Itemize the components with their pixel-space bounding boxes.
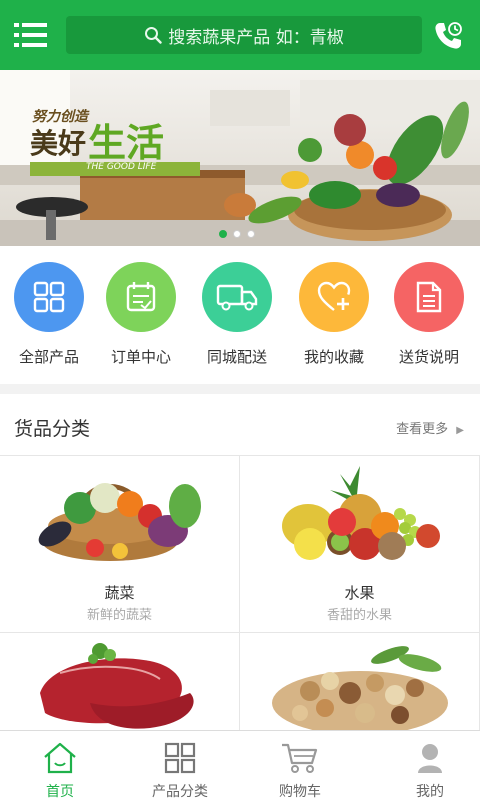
quick-label: 送货说明 [398, 348, 459, 366]
tab-label: 首页 [46, 784, 74, 800]
banner-slogan-big-2: 生活 [88, 121, 165, 165]
phone-icon[interactable] [432, 20, 464, 52]
home-icon [44, 742, 76, 774]
tab-home[interactable]: 首页 [0, 731, 120, 800]
cart-icon [282, 743, 318, 773]
view-more-link[interactable]: 查看更多 ▶ [396, 418, 464, 437]
category-card-meat[interactable] [0, 633, 240, 730]
category-card-fruit[interactable]: 水果 香甜的水果 [240, 456, 480, 633]
category-icon [164, 742, 196, 774]
tab-label: 产品分类 [152, 784, 208, 800]
search-input[interactable]: 搜索蔬果产品 如：青椒 [66, 16, 422, 54]
pager-dot[interactable] [219, 230, 227, 238]
top-bar: 搜索蔬果产品 如：青椒 [0, 0, 480, 70]
quick-label: 全部产品 [18, 348, 79, 366]
quick-label: 同城配送 [206, 348, 267, 366]
document-icon [394, 262, 464, 332]
quick-label: 订单中心 [110, 348, 171, 366]
pager-dot[interactable] [247, 230, 255, 238]
user-icon [418, 744, 442, 773]
category-subtitle: 香甜的水果 [326, 608, 392, 623]
chevron-right-icon: ▶ [456, 425, 464, 436]
quick-favorites[interactable]: 我的收藏 [286, 262, 382, 367]
category-card-vegetables[interactable]: 蔬菜 新鲜的蔬菜 [0, 456, 240, 633]
tab-cart[interactable]: 购物车 [240, 731, 360, 800]
category-title: 货品分类 [14, 418, 91, 440]
banner-slogan-en: THE GOOD LIFE [86, 162, 157, 172]
grid-icon [14, 262, 84, 332]
search-placeholder: 搜索蔬果产品 如：青椒 [168, 27, 344, 48]
quick-entries: 全部产品 订单中心 同城配送 我的收藏 送货说明 [0, 246, 480, 384]
heart-plus-icon [299, 262, 369, 332]
view-more-label: 查看更多 [396, 422, 449, 437]
quick-local-delivery[interactable]: 同城配送 [189, 262, 285, 367]
banner-pager [219, 230, 255, 238]
quick-label: 我的收藏 [303, 348, 364, 366]
category-grid: 蔬菜 新鲜的蔬菜 水果 香甜的水果 [0, 456, 480, 730]
fruit-image [282, 466, 440, 560]
quick-order-center[interactable]: 订单中心 [93, 262, 189, 367]
tab-categories[interactable]: 产品分类 [120, 731, 240, 800]
meat-image [40, 643, 194, 729]
category-name: 蔬菜 [104, 584, 135, 602]
quick-all-products[interactable]: 全部产品 [1, 262, 97, 367]
category-name: 水果 [344, 584, 375, 602]
truck-icon [202, 262, 272, 332]
menu-icon[interactable] [14, 22, 48, 48]
tab-profile[interactable]: 我的 [370, 731, 480, 800]
vegetables-image [38, 483, 201, 561]
search-icon [145, 27, 162, 44]
bottom-tab-bar: 首页 产品分类 购物车 我的 [0, 730, 480, 800]
quick-delivery-info[interactable]: 送货说明 [381, 262, 477, 367]
category-header: 货品分类 查看更多 ▶ [0, 394, 480, 456]
category-subtitle: 新鲜的蔬菜 [86, 608, 152, 623]
tab-label: 购物车 [279, 784, 321, 800]
pager-dot[interactable] [233, 230, 241, 238]
promo-banner[interactable]: 努力创造 美好 生活 THE GOOD LIFE [0, 70, 480, 246]
tab-label: 我的 [416, 784, 444, 800]
nuts-image [272, 646, 448, 730]
calendar-icon [106, 262, 176, 332]
category-card-nuts[interactable] [240, 633, 480, 730]
banner-slogan-big-1: 美好 [30, 127, 87, 160]
